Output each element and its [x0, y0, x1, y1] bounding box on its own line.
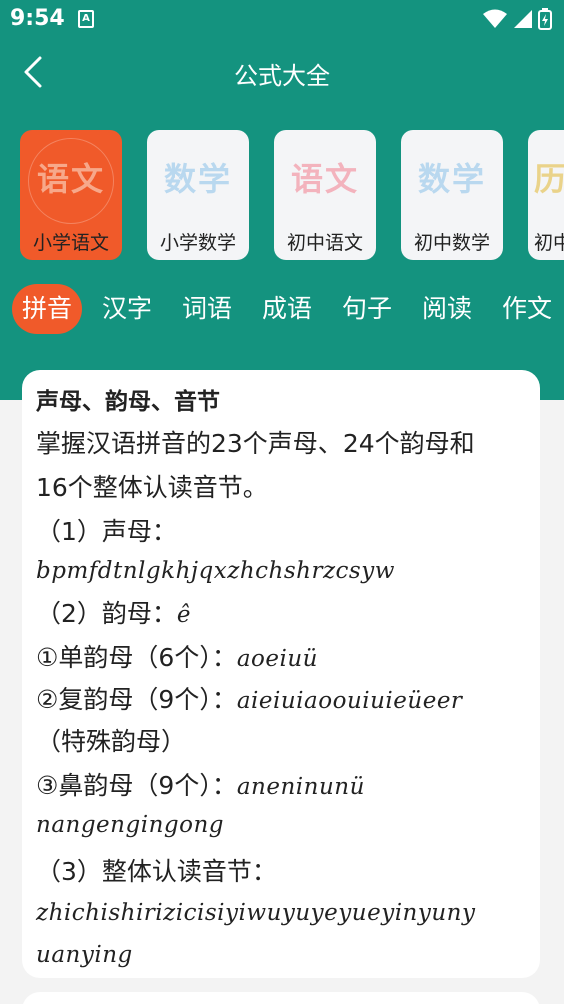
compound-finals-line: ②复韵母（9个）：aieiuiaoouiuieüeer: [36, 680, 462, 716]
tab-juzi[interactable]: 句子: [340, 284, 394, 334]
category-card-primary-chinese[interactable]: 语文 小学语文: [20, 130, 122, 260]
section-syllables-heading: （3）整体认读音节：: [36, 857, 277, 886]
syllables-list: zhichishirizicisiyiwuyuyeyueyinyuny: [36, 900, 476, 926]
compound-finals-list: aieiuiaoouiuieüeer: [236, 688, 463, 714]
category-card-icon-text: 语文: [36, 160, 105, 198]
tab-bar: 拼音 汉字 词语 成语 句子 阅读 作文: [12, 284, 564, 336]
category-card-primary-math[interactable]: 数学 小学数学: [147, 130, 249, 260]
tab-ciyu[interactable]: 词语: [180, 284, 234, 334]
finals-e-hat: ê: [176, 602, 192, 628]
notification-icon: A: [78, 10, 94, 28]
category-card-label: 初中数学: [413, 232, 490, 254]
category-list: 语文 小学语文 数学 小学数学 语文 初中语文 数学 初中数学 历 初中: [20, 130, 564, 262]
category-card-label: 小学语文: [32, 232, 109, 254]
battery-icon: [538, 8, 552, 30]
nasal-finals-label: ③鼻韵母（9个）：: [36, 771, 237, 800]
nasal-finals-line: ③鼻韵母（9个）：aneninunü: [36, 766, 365, 802]
simple-finals-label: ①单韵母（6个）：: [36, 643, 237, 672]
section-finals-label: （2）韵母：: [36, 599, 177, 628]
initials-list: bpmfdtnlgkhjqxzhchshrzcsyw: [36, 558, 395, 584]
category-card-icon-text: 数学: [163, 160, 232, 198]
category-card-junior-chinese[interactable]: 语文 初中语文: [274, 130, 376, 260]
category-card-label: 初中语文: [286, 232, 363, 254]
wifi-icon: [482, 9, 507, 28]
category-card-label: 小学数学: [159, 232, 236, 254]
syllables-list-2: uanying: [36, 942, 133, 968]
category-card-icon-text: 数学: [417, 160, 486, 198]
compound-finals-note: （特殊韵母）: [36, 727, 187, 756]
category-card-icon-text: 历: [534, 160, 564, 198]
category-card-junior-history[interactable]: 历 初中: [528, 130, 564, 260]
page-title: 公式大全: [234, 62, 330, 90]
tab-hanzi[interactable]: 汉字: [100, 284, 154, 334]
nasal-finals-list: aneninunü: [236, 774, 365, 800]
simple-finals-line: ①单韵母（6个）：aoeiuü: [36, 638, 318, 674]
content-intro-line: 16个整体认读音节。: [36, 473, 268, 502]
category-card-icon-text: 语文: [290, 160, 359, 198]
app-bar: 公式大全: [0, 44, 564, 100]
content-intro-line: 掌握汉语拼音的23个声母、24个韵母和: [36, 429, 475, 458]
content-card: 声母、韵母、音节 掌握汉语拼音的23个声母、24个韵母和 16个整体认读音节。 …: [22, 370, 540, 978]
category-card-label: 初中: [534, 232, 564, 254]
category-card-junior-math[interactable]: 数学 初中数学: [401, 130, 503, 260]
compound-finals-label: ②复韵母（9个）：: [36, 685, 237, 714]
simple-finals-list: aoeiuü: [236, 646, 318, 672]
signal-icon: [513, 10, 532, 28]
tab-chengyu[interactable]: 成语: [260, 284, 314, 334]
section-finals-heading: （2）韵母：ê: [36, 594, 191, 630]
next-content-card: [22, 992, 540, 1004]
status-icons: [482, 8, 552, 30]
tab-pinyin[interactable]: 拼音: [12, 284, 82, 334]
nasal-finals-list-2: nangengingong: [36, 812, 224, 838]
status-bar: 9:54 A: [0, 0, 564, 38]
tab-zuowen[interactable]: 作文: [500, 284, 554, 334]
status-time: 9:54: [10, 6, 65, 31]
tab-yuedu[interactable]: 阅读: [420, 284, 474, 334]
content-title: 声母、韵母、音节: [36, 389, 220, 415]
section-initials-heading: （1）声母：: [36, 517, 177, 546]
